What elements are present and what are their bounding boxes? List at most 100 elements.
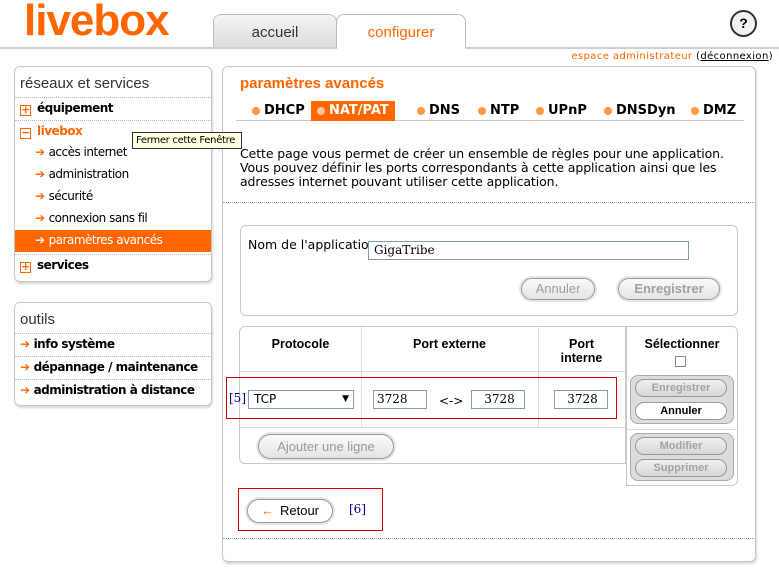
subnav-dns[interactable]: DNS bbox=[411, 101, 460, 121]
row-cancel-button[interactable]: Annuler bbox=[635, 402, 727, 420]
close-paren: ) bbox=[768, 51, 773, 62]
tab-accueil[interactable]: accueil bbox=[213, 14, 337, 48]
sidebar-item-administration[interactable]: ➔ administration bbox=[15, 164, 211, 186]
row-marker: [5] bbox=[229, 391, 246, 405]
networks-services-title: réseaux et services bbox=[20, 75, 150, 92]
bullet-icon bbox=[604, 107, 612, 115]
protocol-select[interactable]: TCP ▼ bbox=[248, 390, 354, 409]
sidebar-item-label: sécurité bbox=[48, 189, 94, 203]
help-button[interactable]: ? bbox=[730, 10, 757, 37]
delete-button[interactable]: Supprimer bbox=[635, 459, 727, 477]
arrow-left-icon: ← bbox=[260, 503, 274, 518]
subnav-dmz[interactable]: DMZ bbox=[685, 101, 736, 121]
cancel-button[interactable]: Annuler bbox=[521, 278, 595, 300]
header-protocol: Protocole bbox=[271, 337, 330, 351]
edit-button-group: Modifier Supprimer bbox=[630, 433, 734, 481]
subnav-label: UPnP bbox=[548, 103, 587, 118]
sidebar-item-depannage[interactable]: ➔ dépannage / maintenance bbox=[15, 356, 211, 378]
plus-icon[interactable]: + bbox=[20, 104, 31, 116]
sidebar-item-services[interactable]: + services bbox=[15, 254, 211, 276]
bullet-icon bbox=[478, 107, 486, 115]
add-line-button[interactable]: Ajouter une ligne bbox=[258, 434, 394, 459]
page-title: paramètres avancés bbox=[240, 75, 385, 92]
divider bbox=[223, 538, 755, 539]
external-port-from-input[interactable]: 3728 bbox=[373, 390, 427, 409]
row-button-group: Enregistrer Annuler bbox=[630, 375, 734, 424]
back-button[interactable]: ← Retour bbox=[247, 499, 333, 523]
admin-line: espace administrateur (déconnexion) bbox=[571, 51, 773, 62]
sidebar-item-info-systeme[interactable]: ➔ info système bbox=[15, 333, 211, 355]
tools-title: outils bbox=[20, 311, 56, 328]
bullet-icon bbox=[691, 107, 699, 115]
plus-icon[interactable]: + bbox=[20, 261, 31, 273]
tab-configurer[interactable]: configurer bbox=[336, 14, 466, 48]
subnav-label: DMZ bbox=[703, 103, 737, 118]
subnav-nat-pat[interactable]: NAT/PAT bbox=[311, 101, 395, 121]
subnav-label: NTP bbox=[490, 103, 520, 118]
sidebar-item-label: dépannage / maintenance bbox=[33, 360, 199, 374]
bullet-icon bbox=[252, 107, 260, 115]
sidebar-item-label: administration à distance bbox=[33, 383, 195, 397]
dropdown-arrow-icon: ▼ bbox=[342, 394, 349, 404]
logout-link[interactable]: déconnexion bbox=[700, 51, 768, 62]
livebox-logo: livebox bbox=[24, 0, 170, 45]
bullet-icon bbox=[317, 107, 325, 115]
arrow-right-icon: ➔ bbox=[20, 383, 30, 397]
subnav-label: DHCP bbox=[264, 103, 305, 118]
select-column: Sélectionner Enregistrer Annuler Modifie… bbox=[626, 326, 738, 486]
active-tab-gap bbox=[337, 46, 465, 50]
sidebar-item-equipement[interactable]: + équipement bbox=[15, 97, 211, 119]
subnav-ntp[interactable]: NTP bbox=[472, 101, 519, 121]
bullet-icon bbox=[536, 107, 544, 115]
arrow-right-icon: ➔ bbox=[20, 360, 30, 374]
sidebar-item-securite[interactable]: ➔ sécurité bbox=[15, 186, 211, 208]
row-save-button[interactable]: Enregistrer bbox=[635, 379, 727, 397]
header-external-port: Port externe bbox=[413, 337, 486, 351]
header-internal-port: Port interne bbox=[560, 337, 603, 365]
sidebar-item-label: administration bbox=[48, 167, 130, 181]
sidebar-item-label: livebox bbox=[37, 124, 83, 138]
row-divider bbox=[627, 429, 737, 430]
arrow-right-icon: ➔ bbox=[35, 167, 45, 181]
networks-services-panel: réseaux et services + équipement − livebox… bbox=[14, 66, 212, 282]
close-window-tooltip: Fermer cette Fenêtre bbox=[132, 132, 242, 149]
subnav-label: DNSDyn bbox=[616, 103, 676, 118]
back-marker: [6] bbox=[349, 502, 366, 516]
subnav-upnp[interactable]: UPnP bbox=[530, 101, 587, 121]
sidebar-item-label: équipement bbox=[37, 101, 114, 115]
minus-icon[interactable]: − bbox=[20, 127, 31, 139]
subnav-label: NAT/PAT bbox=[329, 103, 389, 118]
arrow-right-icon: ➔ bbox=[35, 233, 45, 247]
tools-panel: outils ➔ info système ➔ dépannage / mainte… bbox=[14, 302, 212, 406]
admin-space-label: espace administrateur bbox=[571, 51, 693, 62]
subnav-label: DNS bbox=[429, 103, 461, 118]
sidebar-item-administration-distance[interactable]: ➔ administration à distance bbox=[15, 379, 211, 401]
divider bbox=[223, 202, 755, 203]
arrow-right-icon: ➔ bbox=[35, 211, 45, 225]
page-description: Cette page vous permet de créer un ensem… bbox=[240, 146, 724, 189]
select-all-checkbox[interactable] bbox=[675, 356, 686, 367]
sidebar-item-label: paramètres avancés bbox=[48, 233, 163, 247]
sidebar-item-label: services bbox=[37, 258, 89, 272]
subnav-dhcp[interactable]: DHCP bbox=[246, 101, 305, 121]
sidebar-item-label: connexion sans fil bbox=[48, 211, 148, 225]
row-divider bbox=[240, 371, 625, 372]
sidebar-item-label: info système bbox=[33, 337, 115, 351]
app-name-label: Nom de l'application : bbox=[248, 237, 385, 252]
modify-button[interactable]: Modifier bbox=[635, 437, 727, 455]
sidebar-item-connexion-sans-fil[interactable]: ➔ connexion sans fil bbox=[15, 208, 211, 230]
sidebar-item-parametres-avances[interactable]: ➔ paramètres avancés bbox=[15, 230, 211, 252]
external-port-to-input[interactable]: 3728 bbox=[471, 390, 525, 409]
bullet-icon bbox=[417, 107, 425, 115]
arrow-right-icon: ➔ bbox=[20, 337, 30, 351]
arrow-right-icon: ➔ bbox=[35, 145, 45, 159]
protocol-value: TCP bbox=[254, 392, 277, 406]
sidebar-item-label: accès internet bbox=[48, 145, 128, 159]
subnav-dnsdyn[interactable]: DNSDyn bbox=[598, 101, 676, 121]
subnav: DHCP NAT/PAT DNS NTP UPnP DNSDyn DMZ bbox=[236, 101, 744, 121]
app-name-input[interactable]: GigaTribe bbox=[368, 241, 689, 260]
save-button[interactable]: Enregistrer bbox=[618, 278, 720, 300]
internal-port-input[interactable]: 3728 bbox=[554, 390, 608, 409]
back-label: Retour bbox=[279, 503, 320, 518]
arrow-right-icon: ➔ bbox=[35, 189, 45, 203]
